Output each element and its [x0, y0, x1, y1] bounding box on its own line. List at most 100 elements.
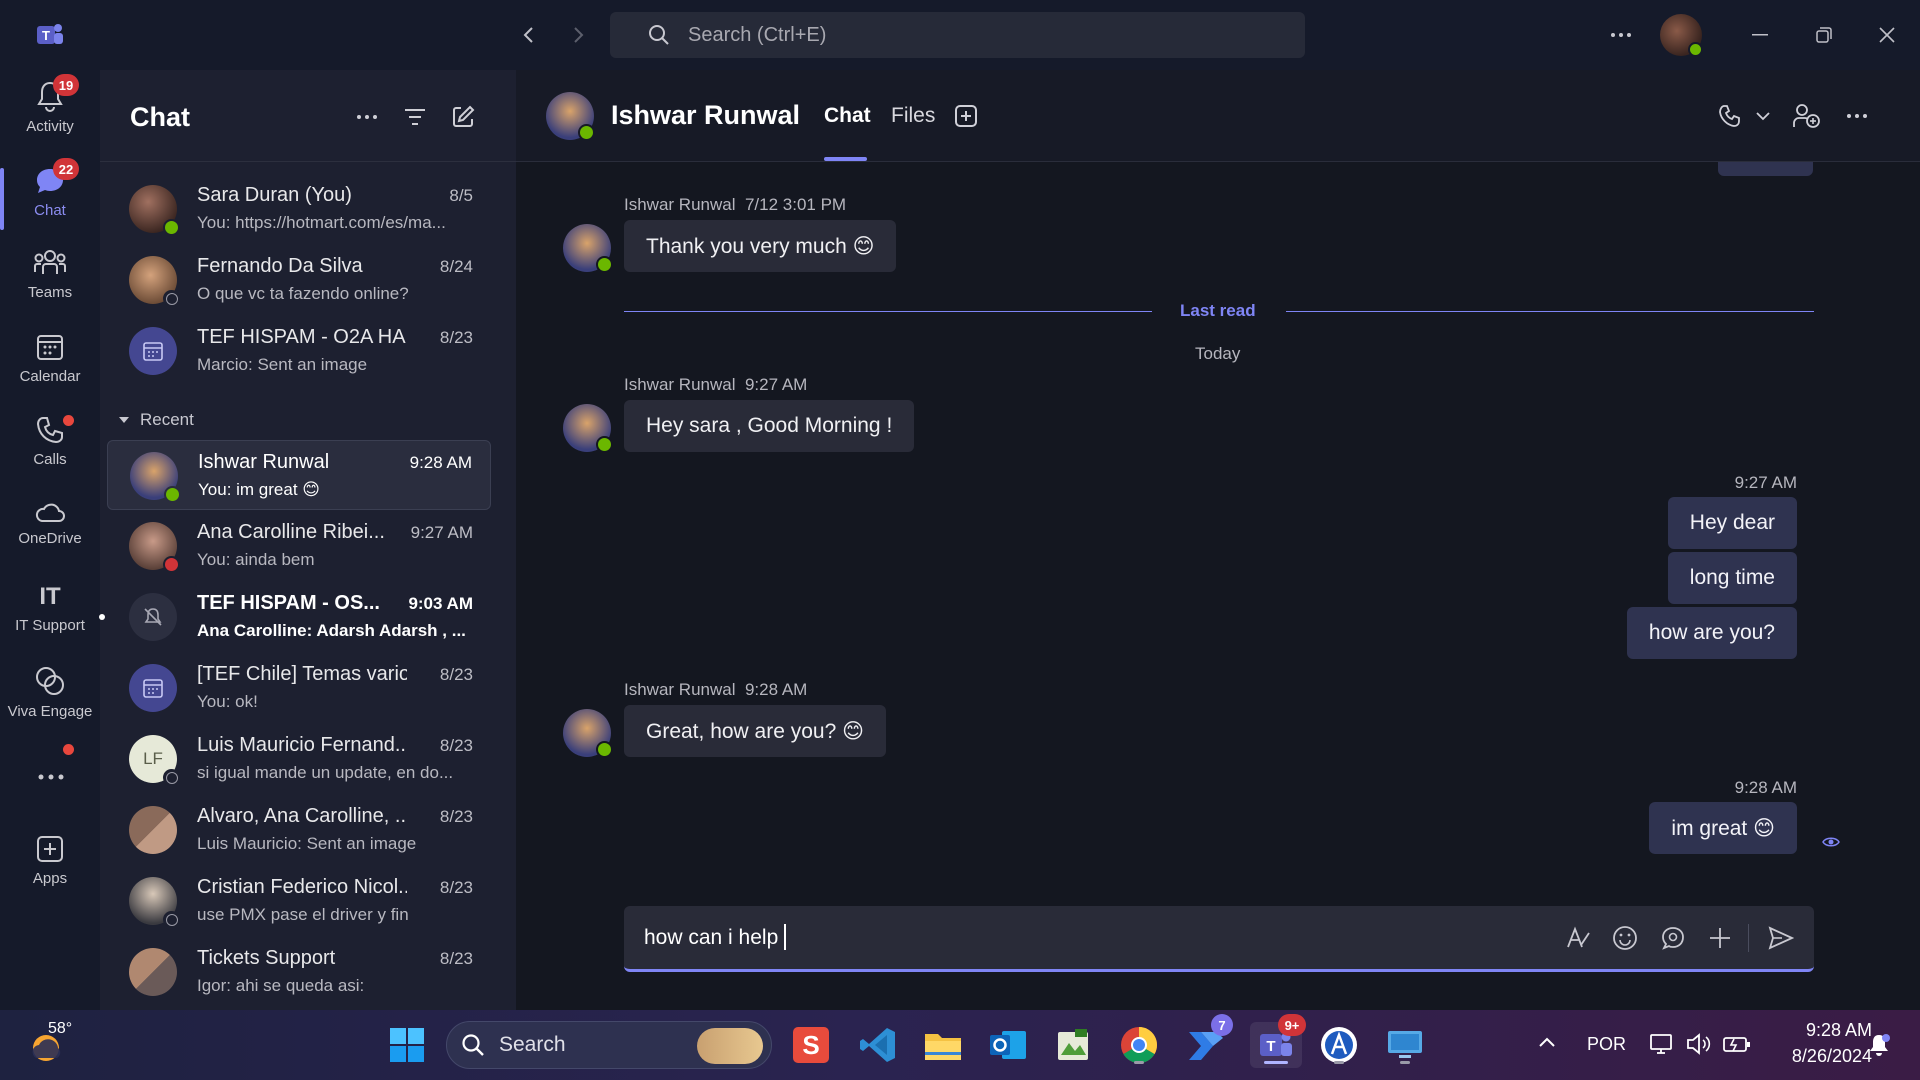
chrome-icon[interactable]	[1116, 1022, 1162, 1068]
rail-item-onedrive[interactable]: OneDrive	[0, 502, 100, 576]
chat-item-time: 9:28 AM	[409, 453, 472, 472]
forward-arrow-icon[interactable]	[561, 18, 595, 52]
remote-desktop-icon[interactable]	[1382, 1022, 1428, 1068]
contact-avatar[interactable]	[546, 92, 595, 141]
app-green-icon[interactable]	[1050, 1022, 1096, 1068]
vscode-icon[interactable]	[855, 1022, 901, 1068]
file-explorer-icon[interactable]	[920, 1022, 966, 1068]
search-highlight-dog-icon	[697, 1028, 763, 1064]
avatar-initials: LF	[143, 749, 163, 768]
rail-item-chat[interactable]: 22 Chat	[0, 158, 100, 236]
search-icon	[462, 1034, 484, 1056]
rail-item-it-support[interactable]: IT IT Support	[0, 583, 100, 657]
minimize-icon[interactable]	[1743, 18, 1777, 52]
teams-taskbar-icon[interactable]: T 9+	[1250, 1014, 1306, 1068]
message-meta: Ishwar Runwal 7/12 3:01 PM	[624, 195, 846, 215]
call-options-chevron-icon[interactable]	[1756, 112, 1770, 121]
clock-date[interactable]: 8/26/2024	[1766, 1046, 1872, 1067]
input-language[interactable]: POR	[1587, 1034, 1626, 1055]
attach-plus-icon[interactable]	[1704, 922, 1736, 954]
active-indicator	[1264, 1061, 1288, 1064]
add-tab-icon[interactable]	[954, 104, 978, 128]
title-bar: T Search (Ctrl+E)	[0, 0, 1920, 70]
clock-time[interactable]: 9:28 AM	[1782, 1020, 1872, 1041]
tray-chevron-up-icon[interactable]	[1538, 1036, 1556, 1048]
presence-available-icon	[578, 124, 595, 141]
message-compose-box[interactable]: how can i help	[624, 906, 1814, 972]
network-icon[interactable]	[1649, 1032, 1675, 1056]
recent-section-header[interactable]: Recent	[118, 410, 194, 430]
chat-more-options-icon[interactable]	[352, 102, 382, 132]
chat-item-cristian-federico[interactable]: Cristian Federico Nicol... 8/23 use PMX …	[107, 866, 491, 936]
message-bubble-outgoing[interactable]: how are you?	[1626, 607, 1797, 659]
compose-input-text[interactable]: how can i help	[644, 926, 778, 950]
volume-icon[interactable]	[1686, 1032, 1712, 1056]
chat-item-tef-hispam-os[interactable]: TEF HISPAM - OS... 9:03 AM Ana Carolline…	[99, 582, 491, 652]
start-windows-icon[interactable]	[384, 1022, 430, 1068]
search-placeholder: Search (Ctrl+E)	[688, 23, 827, 46]
chat-item-luis-mauricio[interactable]: LF Luis Mauricio Fernand... 8/23 si igua…	[107, 724, 491, 794]
message-bubble-outgoing[interactable]: Hey dear	[1667, 497, 1797, 549]
rail-label-viva-engage: Viva Engage	[7, 703, 93, 720]
rail-item-teams[interactable]: Teams	[0, 248, 100, 322]
call-icon[interactable]	[1718, 104, 1742, 128]
calls-notification-dot	[63, 415, 74, 426]
new-chat-icon[interactable]	[448, 102, 478, 132]
chat-item-time: 8/23	[439, 807, 473, 826]
loop-component-icon[interactable]	[1657, 922, 1689, 954]
rail-item-activity[interactable]: 19 Activity	[0, 74, 100, 154]
app-a-icon[interactable]	[1316, 1022, 1362, 1068]
message-bubble-outgoing[interactable]: im great 😊	[1649, 802, 1797, 854]
chat-item-ana-carolline[interactable]: Ana Carolline Ribei... 9:27 AM You: aind…	[107, 511, 491, 581]
chat-item-fernando-da-silva[interactable]: Fernando Da Silva 8/24 O que vc ta fazen…	[107, 245, 491, 315]
add-people-icon[interactable]	[1793, 103, 1821, 129]
profile-avatar[interactable]	[1660, 14, 1703, 57]
tab-files[interactable]: Files	[891, 104, 935, 128]
cloud-icon	[35, 503, 65, 522]
message-bubble-outgoing[interactable]: long time	[1667, 552, 1797, 604]
more-apps-icon[interactable]	[38, 774, 64, 780]
rail-item-apps[interactable]: Apps	[0, 834, 100, 908]
battery-icon[interactable]	[1722, 1032, 1752, 1056]
search-input[interactable]: Search (Ctrl+E)	[610, 12, 1305, 58]
running-indicator	[1400, 1061, 1410, 1064]
back-arrow-icon[interactable]	[512, 18, 546, 52]
restore-icon[interactable]	[1807, 18, 1841, 52]
app-s-icon[interactable]: S	[788, 1022, 834, 1068]
message-bubble-incoming[interactable]: Hey sara , Good Morning !	[624, 400, 915, 452]
weather-widget[interactable]: 58°	[28, 1020, 108, 1066]
chat-item-alvaro-group[interactable]: Alvaro, Ana Carolline, ... 8/23 Luis Mau…	[107, 795, 491, 865]
taskbar-search[interactable]: Search	[446, 1021, 772, 1069]
chat-item-preview: si igual mande un update, en do...	[197, 763, 454, 782]
more-options-icon[interactable]	[1604, 18, 1638, 52]
emoji-icon[interactable]	[1609, 922, 1641, 954]
chat-item-sara-duran[interactable]: Sara Duran (You) 8/5 You: https://hotmar…	[107, 174, 491, 244]
chat-item-tef-chile[interactable]: [TEF Chile] Temas varios 8/23 You: ok!	[107, 653, 491, 723]
rail-item-calendar[interactable]: Calendar	[0, 332, 100, 406]
chat-item-time: 8/23	[439, 878, 473, 897]
message-bubble-incoming[interactable]: Thank you very much 😊	[624, 220, 897, 272]
send-icon[interactable]	[1765, 922, 1797, 954]
rail-item-calls[interactable]: Calls	[0, 415, 100, 489]
presence-available-icon	[163, 219, 180, 236]
rail-item-viva-engage[interactable]: Viva Engage	[0, 665, 100, 739]
rail-label-teams: Teams	[27, 284, 73, 301]
power-automate-icon[interactable]: 7	[1183, 1014, 1233, 1068]
message-bubble-incoming[interactable]: Great, how are you? 😊	[624, 705, 886, 757]
rail-label-calls: Calls	[33, 451, 67, 468]
chat-item-tef-hispam-o2a[interactable]: TEF HISPAM - O2A HA... 8/23 Marcio: Sent…	[107, 316, 491, 386]
chat-item-ishwar-runwal[interactable]: Ishwar Runwal 9:28 AM You: im great 😊	[107, 440, 491, 510]
phone-icon	[36, 417, 63, 444]
format-icon[interactable]	[1562, 922, 1594, 954]
outlook-icon[interactable]	[985, 1022, 1031, 1068]
chat-list-pane: Chat Sara Duran (You) 8/5 You: https://h…	[99, 70, 516, 1010]
chat-item-tickets-support[interactable]: Tickets Support 8/23 Igor: ahi se queda …	[107, 937, 491, 1007]
message-meta: Ishwar Runwal 9:28 AM	[624, 680, 807, 700]
tab-chat[interactable]: Chat	[824, 104, 871, 128]
chat-item-name: TEF HISPAM - OS...	[197, 592, 380, 614]
close-icon[interactable]	[1870, 18, 1904, 52]
conversation-more-icon[interactable]	[1846, 113, 1868, 119]
notifications-bell-icon[interactable]	[1866, 1032, 1892, 1058]
chat-badge: 22	[53, 158, 79, 180]
filter-icon[interactable]	[400, 102, 430, 132]
